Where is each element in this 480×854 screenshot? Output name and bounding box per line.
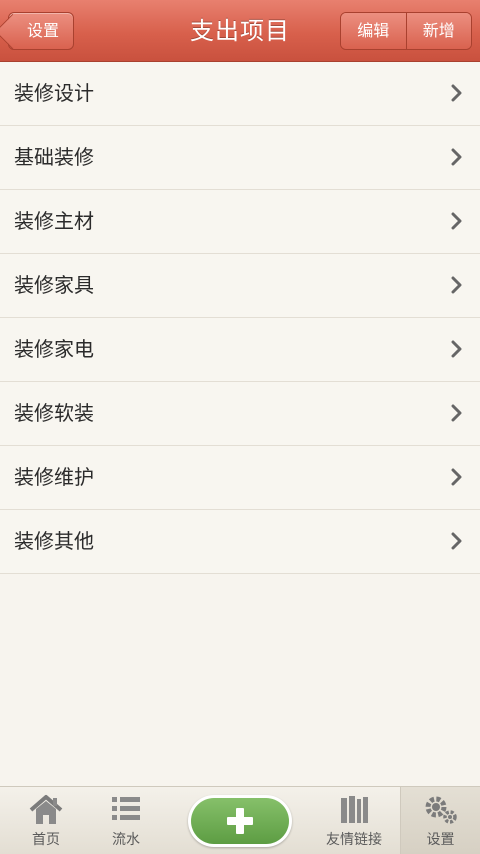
list-item[interactable]: 装修其他 — [0, 510, 480, 574]
tab-settings[interactable]: 设置 — [400, 787, 480, 854]
gear-icon — [425, 796, 457, 824]
expense-item-list: 装修设计 基础装修 装修主材 装修家具 装修家电 装修软装 装修维护 装修其他 — [0, 62, 480, 574]
add-record-button[interactable] — [188, 795, 292, 847]
chevron-right-icon — [451, 148, 462, 166]
list-item-label: 装修其他 — [14, 529, 94, 553]
plus-icon — [227, 808, 253, 834]
list-item-label: 基础装修 — [14, 145, 94, 169]
header-button-group: 编辑 新增 — [340, 12, 472, 50]
list-item-label: 装修主材 — [14, 209, 94, 233]
list-item-label: 装修家电 — [14, 337, 94, 361]
list-item[interactable]: 装修家具 — [0, 254, 480, 318]
add-button[interactable]: 新增 — [405, 13, 471, 49]
books-icon — [341, 796, 368, 823]
tab-links-label: 友情链接 — [326, 832, 382, 848]
list-item[interactable]: 装修软装 — [0, 382, 480, 446]
bottom-tab-bar: 首页 流水 友情链接 设置 — [0, 786, 480, 854]
home-icon — [29, 795, 63, 824]
list-item[interactable]: 装修维护 — [0, 446, 480, 510]
chevron-right-icon — [451, 468, 462, 486]
back-button[interactable]: 设置 — [0, 12, 74, 50]
back-button-label: 设置 — [27, 21, 60, 40]
edit-button[interactable]: 编辑 — [341, 13, 406, 49]
list-icon — [112, 797, 140, 820]
list-item[interactable]: 装修家电 — [0, 318, 480, 382]
list-item[interactable]: 装修设计 — [0, 62, 480, 126]
list-item-label: 装修维护 — [14, 465, 94, 489]
list-item-label: 装修软装 — [14, 401, 94, 425]
tab-links[interactable]: 友情链接 — [314, 787, 394, 854]
tab-home-label: 首页 — [32, 832, 60, 848]
chevron-right-icon — [451, 212, 462, 230]
list-item[interactable]: 装修主材 — [0, 190, 480, 254]
list-item-label: 装修家具 — [14, 273, 94, 297]
chevron-right-icon — [451, 404, 462, 422]
header-bar: 支出项目 设置 编辑 新增 — [0, 0, 480, 62]
list-item-label: 装修设计 — [14, 81, 94, 105]
tab-flow-label: 流水 — [112, 832, 140, 848]
tab-settings-label: 设置 — [426, 832, 455, 848]
list-item[interactable]: 基础装修 — [0, 126, 480, 190]
chevron-right-icon — [451, 532, 462, 550]
tab-home[interactable]: 首页 — [6, 787, 86, 854]
chevron-right-icon — [451, 84, 462, 102]
chevron-right-icon — [451, 276, 462, 294]
tab-flow[interactable]: 流水 — [86, 787, 166, 854]
chevron-right-icon — [451, 340, 462, 358]
